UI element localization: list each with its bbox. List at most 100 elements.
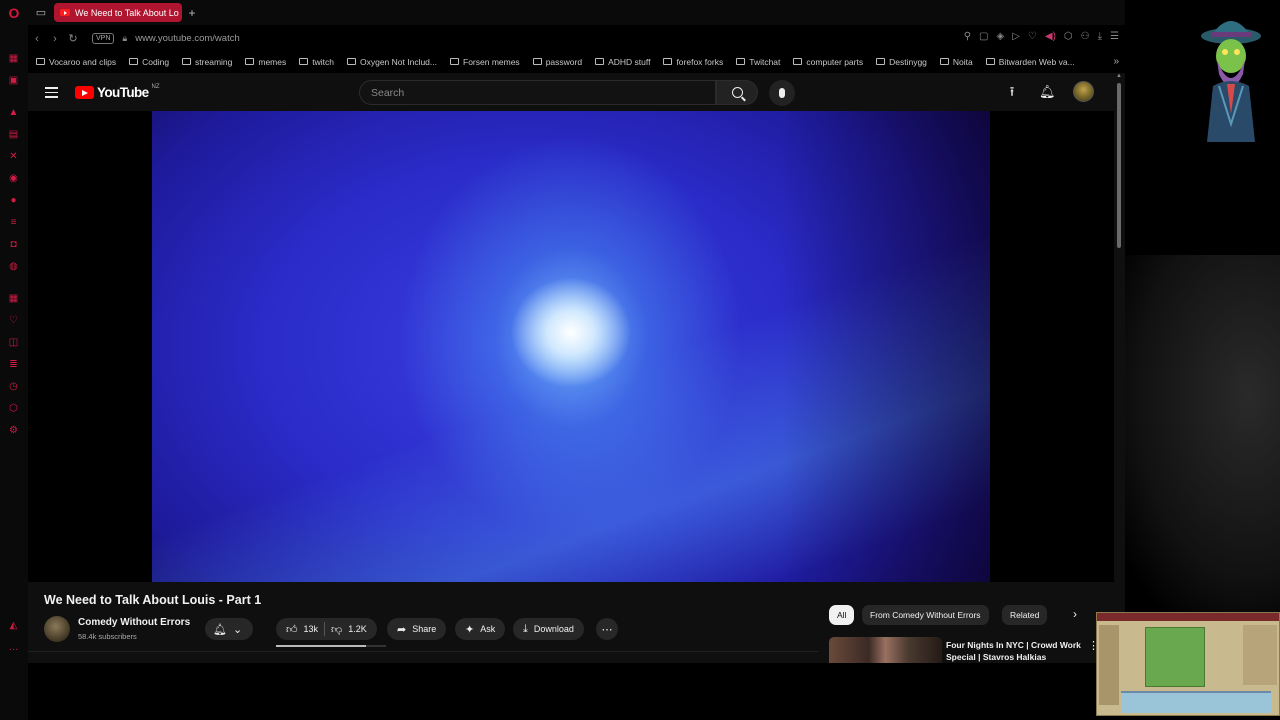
share-button[interactable]: ➦ Share xyxy=(387,618,447,640)
sidebar-aria-icon[interactable]: ▲ xyxy=(8,107,19,118)
sidebar-tabs-icon[interactable]: ≣ xyxy=(8,359,19,370)
vpn-badge[interactable]: VPN xyxy=(92,33,115,44)
sidebar-pinboard-icon[interactable]: ◫ xyxy=(8,337,19,348)
sidebar-reddit-icon[interactable]: ● xyxy=(8,195,19,206)
shield-icon[interactable]: ◈ xyxy=(997,31,1005,42)
folder-icon xyxy=(532,58,542,65)
pin-icon[interactable]: ⚲ xyxy=(964,31,971,42)
extensions-icon[interactable]: ⬡ xyxy=(1064,31,1073,42)
bookmark-item[interactable]: Forsen memes xyxy=(442,57,525,67)
search-button[interactable] xyxy=(716,80,758,105)
dislike-count[interactable]: 1.2K xyxy=(348,624,367,634)
region-code: NZ xyxy=(151,83,160,90)
sidebar-cube-icon[interactable]: ⬡ xyxy=(8,403,19,414)
heart-icon[interactable]: ♡ xyxy=(1028,31,1037,42)
game-overlay-window xyxy=(1096,612,1280,716)
dislike-icon[interactable]: 👎︎ xyxy=(331,623,342,636)
sidebar-settings-icon[interactable]: ⚙ xyxy=(8,425,19,436)
menu-icon[interactable]: ☰ xyxy=(1110,31,1119,42)
chevron-right-icon[interactable]: › xyxy=(1073,607,1077,621)
youtube-favicon-icon xyxy=(60,9,70,16)
opera-logo-icon[interactable]: O xyxy=(0,0,28,25)
chip-all[interactable]: All xyxy=(829,605,855,625)
bookmark-item[interactable]: ADHD stuff xyxy=(587,57,655,67)
back-icon[interactable]: ‹ xyxy=(28,33,46,45)
folder-icon xyxy=(939,58,949,65)
bookmark-item[interactable]: Coding xyxy=(121,57,174,67)
youtube-header: YouTube NZ Search ⭱ 🔔︎ xyxy=(28,73,1114,111)
sidebar-bitwarden-icon[interactable]: ◘ xyxy=(8,239,19,250)
bookmark-item[interactable]: Destinygg xyxy=(868,57,932,67)
sidebar-x-icon[interactable]: ✕ xyxy=(8,151,19,162)
sidebar-speed-dial-icon[interactable]: ▦ xyxy=(8,53,19,64)
browser-tab-active[interactable]: We Need to Talk About Lo xyxy=(54,3,182,22)
forward-icon[interactable]: › xyxy=(46,33,64,45)
folder-icon xyxy=(595,58,605,65)
ask-button[interactable]: ✦ Ask xyxy=(455,618,506,640)
account-avatar[interactable] xyxy=(1073,81,1094,102)
browser-sidebar: ▦ ▣ ▲ ▤ ✕ ◉ ● ≡ ◘ ◍ ▦ ♡ ◫ ≣ ◷ ⬡ ⚙ ◭ … xyxy=(0,25,28,720)
audio-icon[interactable]: ◀) xyxy=(1045,31,1056,42)
search-input[interactable]: Search xyxy=(359,80,716,105)
sidebar-discord-icon[interactable]: ◉ xyxy=(8,173,19,184)
voice-search-button[interactable] xyxy=(769,80,795,106)
bookmark-item[interactable]: password xyxy=(525,57,587,67)
like-ratio-bar xyxy=(276,645,386,647)
sidebar-bookmarks-icon[interactable]: ▣ xyxy=(8,75,19,86)
like-icon[interactable]: 👍︎ xyxy=(286,623,298,636)
reload-icon[interactable]: ↻ xyxy=(64,32,82,45)
sidebar-twitch-icon[interactable]: ▤ xyxy=(8,129,19,140)
channel-name[interactable]: Comedy Without Errors xyxy=(78,617,190,628)
bookmark-item[interactable]: memes xyxy=(237,57,291,67)
youtube-logo[interactable]: YouTube NZ xyxy=(75,83,160,100)
sidebar-list-icon[interactable]: ≡ xyxy=(8,217,19,228)
sidebar-heart-icon[interactable]: ♡ xyxy=(8,315,19,326)
upload-icon[interactable]: ⭱ xyxy=(1005,84,1019,99)
url-field[interactable]: www.youtube.com/watch xyxy=(135,33,240,44)
more-actions-button[interactable]: ⋯ xyxy=(596,618,618,640)
recommendation-title[interactable]: Four Nights In NYC | Crowd Work Special … xyxy=(946,639,1098,663)
bookmark-label: Bitwarden Web va... xyxy=(998,56,1075,67)
sidebar-workspaces-icon[interactable]: ▦ xyxy=(8,293,19,304)
bookmark-item[interactable]: Bitwarden Web va... xyxy=(978,57,1080,67)
bookmark-item[interactable]: Oxygen Not Includ... xyxy=(339,57,442,67)
like-count[interactable]: 13k xyxy=(304,624,319,634)
tab-islands-icon[interactable]: ▭ xyxy=(28,0,54,25)
sidebar-gx-icon[interactable]: ◭ xyxy=(8,620,19,631)
scroll-thumb[interactable] xyxy=(1117,83,1121,248)
video-player[interactable] xyxy=(152,111,990,582)
recommendation-thumbnail[interactable] xyxy=(829,637,942,663)
bookmark-item[interactable]: computer parts xyxy=(785,57,868,67)
notifications-bell-icon[interactable]: 🔔︎ xyxy=(1039,84,1056,99)
download-button[interactable]: ⤓ Download xyxy=(513,618,584,640)
bookmark-item[interactable]: forefox forks xyxy=(655,57,728,67)
game-board xyxy=(1145,627,1205,687)
downloads-icon[interactable]: ⤓ xyxy=(1098,31,1102,42)
bookmark-label: memes xyxy=(258,56,287,67)
chip-from-channel[interactable]: From Comedy Without Errors xyxy=(862,605,989,625)
sidebar-history-icon[interactable]: ◷ xyxy=(8,381,19,392)
send-icon[interactable]: ▷ xyxy=(1012,31,1020,42)
sidebar-steam-icon[interactable]: ◍ xyxy=(8,261,19,272)
scroll-up-icon[interactable]: ▲ xyxy=(1116,73,1122,79)
chip-related[interactable]: Related xyxy=(1002,605,1048,625)
account-icon[interactable]: ⚇ xyxy=(1081,31,1090,42)
sidebar-more-icon[interactable]: … xyxy=(8,642,19,653)
snapshot-icon[interactable]: ▢ xyxy=(979,31,988,42)
hamburger-menu-icon[interactable] xyxy=(45,87,58,98)
bookmark-item[interactable]: Vocaroo and clips xyxy=(28,57,121,67)
channel-avatar[interactable] xyxy=(44,616,70,642)
bookmark-item[interactable]: Noita xyxy=(932,57,978,67)
new-tab-icon[interactable]: + xyxy=(182,6,202,20)
bookmark-item[interactable]: twitch xyxy=(291,57,339,67)
bookmark-label: ADHD stuff xyxy=(608,56,651,67)
bookmark-item[interactable]: streaming xyxy=(174,57,237,67)
folder-icon xyxy=(245,58,255,65)
share-icon: ➦ xyxy=(397,623,407,636)
bookmarks-overflow-icon[interactable]: » xyxy=(1113,56,1119,67)
notification-bell-button[interactable]: 🔔︎ ⌄ xyxy=(205,618,253,640)
youtube-page: YouTube NZ Search ⭱ 🔔︎ We Need to Talk A… xyxy=(28,73,1114,663)
page-scrollbar[interactable]: ▲ xyxy=(1114,73,1125,663)
bookmark-item[interactable]: Twitchat xyxy=(728,57,785,67)
lock-icon[interactable]: 🔒︎ xyxy=(122,33,127,44)
